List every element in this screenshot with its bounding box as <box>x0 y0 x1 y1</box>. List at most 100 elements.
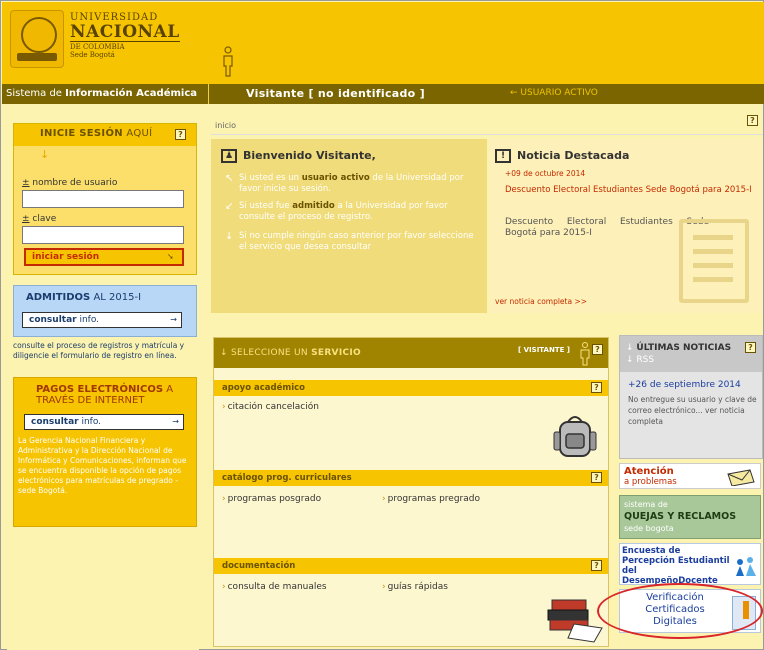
welcome-item-admitted: ↙ Si usted fue admitido a la Universidad… <box>225 201 479 223</box>
password-input[interactable] <box>22 226 184 244</box>
right-arrow-icon: → <box>170 315 177 324</box>
left-column: INICIE SESIÓN AQUÍ ? ↓ ± nombre de usuar… <box>7 111 199 650</box>
username-label-text: nombre de usuario <box>32 178 118 188</box>
welcome-item2-bold: admitido <box>292 201 335 211</box>
welcome-item-other: ↓ Si no cumple ningún caso anterior por … <box>225 231 479 253</box>
visitor-tag: [ VISITANTE ] <box>518 346 571 354</box>
person-figure-icon <box>580 342 590 366</box>
help-icon[interactable]: ? <box>591 472 602 483</box>
active-user-link[interactable]: ← USUARIO ACTIVO <box>510 88 598 98</box>
news-date: +09 de octubre 2014 <box>505 169 586 178</box>
latest-news-header: ↓ ÚLTIMAS NOTICIAS ↓ RSS ? <box>620 336 762 372</box>
document-icon <box>679 219 749 303</box>
latest-news-date: +26 de septiembre 2014 <box>628 380 741 390</box>
admitidos-consult-button[interactable]: consultar info. → <box>22 312 182 328</box>
system-prefix: Sistema de <box>6 88 62 99</box>
section-title: apoyo académico <box>222 383 306 393</box>
services-title: ↓ SELECCIONE UN SERVICIO <box>220 348 361 358</box>
attention-problems-link[interactable]: Atención a problemas <box>619 463 761 489</box>
backpack-icon <box>553 416 597 457</box>
down-arrow-icon: ↓ <box>220 348 232 358</box>
bullet-arrow-icon: › <box>222 494 226 504</box>
section-header-documentacion: documentación ? <box>214 558 608 574</box>
login-button-label: iniciar sesión <box>32 252 100 262</box>
section-title: documentación <box>222 561 296 571</box>
welcome-item3-text: Si no cumple ningún caso anterior por fa… <box>239 231 474 252</box>
logo-line-4: Sede Bogotá <box>70 51 115 59</box>
digital-certificates-text: Verificación Certificados Digitales <box>620 592 730 628</box>
page-frame: UNIVERSIDAD NACIONAL DE COLOMBIA Sede Bo… <box>0 0 764 650</box>
login-title-bold: INICIE SESIÓN <box>40 128 123 139</box>
admitidos-consult-bold: consultar <box>29 315 77 325</box>
rss-link[interactable]: RSS <box>636 355 654 365</box>
certificates-line-1: Verificación <box>646 592 704 603</box>
services-header: ↓ SELECCIONE UN SERVICIO [ VISITANTE ] ? <box>214 338 608 368</box>
latest-news-text[interactable]: No entregue su usuario y clave de correo… <box>628 394 758 427</box>
pagos-panel: PAGOS ELECTRÓNICOS A TRAVÉS DE INTERNET … <box>13 377 197 527</box>
certificates-line-2: Certificados <box>645 604 705 615</box>
service-link-pregrado[interactable]: › programas pregrado <box>382 494 480 504</box>
pagos-title: PAGOS ELECTRÓNICOS A TRAVÉS DE INTERNET <box>36 384 194 406</box>
service-link-guias[interactable]: › guías rápidas <box>382 582 448 592</box>
system-name: Sistema de Información Académica <box>6 88 197 99</box>
survey-link[interactable]: Encuesta de Percepción Estudiantil del D… <box>619 543 761 586</box>
digital-certificates-link[interactable]: Verificación Certificados Digitales <box>619 589 761 633</box>
service-link-label: guías rápidas <box>387 582 448 592</box>
welcome-panel: ♟ Bienvenido Visitante, ↖ Si usted es un … <box>211 139 487 313</box>
attention-title: Atención <box>624 466 674 477</box>
login-title-rest: AQUÍ <box>122 128 153 139</box>
welcome-title-text: Bienvenido Visitante, <box>243 149 376 162</box>
services-title-bold: SERVICIO <box>311 348 361 358</box>
username-label: ± nombre de usuario <box>22 178 118 188</box>
admitidos-title-bold: ADMITIDOS <box>26 292 91 303</box>
down-arrow-icon: ↓ <box>40 148 50 161</box>
breadcrumb-divider <box>211 134 763 135</box>
top-navbar: Sistema de Información Académica Visitan… <box>2 84 764 104</box>
help-icon[interactable]: ? <box>591 560 602 571</box>
envelope-icon <box>727 469 755 486</box>
login-header: INICIE SESIÓN AQUÍ ? <box>14 124 196 146</box>
complaints-line-1: sistema de <box>624 500 668 509</box>
login-panel: INICIE SESIÓN AQUÍ ? ↓ ± nombre de usuar… <box>13 123 197 275</box>
exclamation-icon: ! <box>495 149 511 163</box>
latest-news-title: ↓ ÚLTIMAS NOTICIAS ↓ RSS <box>626 342 731 366</box>
pagos-consult-button[interactable]: consultar info. → <box>24 414 184 430</box>
password-label: ± clave <box>22 214 57 224</box>
page-help-icon[interactable]: ? <box>747 115 758 126</box>
system-title: Información Académica <box>65 88 198 99</box>
admitidos-panel: ADMITIDOS AL 2015-I consultar info. → <box>13 285 197 337</box>
bullet-arrow-icon: › <box>222 582 226 592</box>
complaints-system-link[interactable]: sistema de QUEJAS Y RECLAMOS sede bogota <box>619 495 761 539</box>
help-icon[interactable]: ? <box>592 344 603 355</box>
arrow-icon: ↓ <box>225 231 234 242</box>
help-icon[interactable]: ? <box>175 129 186 140</box>
down-arrow-icon: ↓ <box>626 343 637 353</box>
section-header-catalogo: catálogo prog. curriculares ? <box>214 470 608 486</box>
news-headline-link[interactable]: Descuento Electoral Estudiantes Sede Bog… <box>505 185 755 196</box>
arrow-icon: ↙ <box>225 201 234 212</box>
help-icon[interactable]: ? <box>591 382 602 393</box>
services-title-prefix: SELECCIONE UN <box>231 348 308 358</box>
books-icon <box>547 599 603 643</box>
welcome-item1-text-a: Si usted es un <box>239 173 302 183</box>
service-link-label: programas posgrado <box>227 494 322 504</box>
admitidos-title: ADMITIDOS AL 2015-I <box>26 292 141 303</box>
service-link-citacion[interactable]: › citación cancelación <box>222 402 319 412</box>
service-link-posgrado[interactable]: › programas posgrado <box>222 494 321 504</box>
news-more-link[interactable]: ver noticia completa >> <box>495 297 587 306</box>
survey-people-icon <box>736 557 756 576</box>
complaints-line-2: QUEJAS Y RECLAMOS <box>624 511 737 522</box>
person-icon: ♟ <box>221 149 237 163</box>
header: UNIVERSIDAD NACIONAL DE COLOMBIA Sede Bo… <box>2 2 764 84</box>
service-link-manuales[interactable]: › consulta de manuales <box>222 582 327 592</box>
university-seal-icon[interactable] <box>10 10 64 68</box>
login-button[interactable]: iniciar sesión ➘ <box>24 248 184 266</box>
latest-news-title-text: ÚLTIMAS NOTICIAS <box>636 343 732 353</box>
login-title: INICIE SESIÓN AQUÍ <box>40 128 152 139</box>
featured-news-panel: ! Noticia Destacada +09 de octubre 2014 D… <box>489 139 763 313</box>
logo-line-2: NACIONAL <box>70 22 180 42</box>
university-logo[interactable]: UNIVERSIDAD NACIONAL DE COLOMBIA Sede Bo… <box>70 12 180 59</box>
help-icon[interactable]: ? <box>745 342 756 353</box>
breadcrumb[interactable]: inicio <box>215 121 236 130</box>
username-input[interactable] <box>22 190 184 208</box>
